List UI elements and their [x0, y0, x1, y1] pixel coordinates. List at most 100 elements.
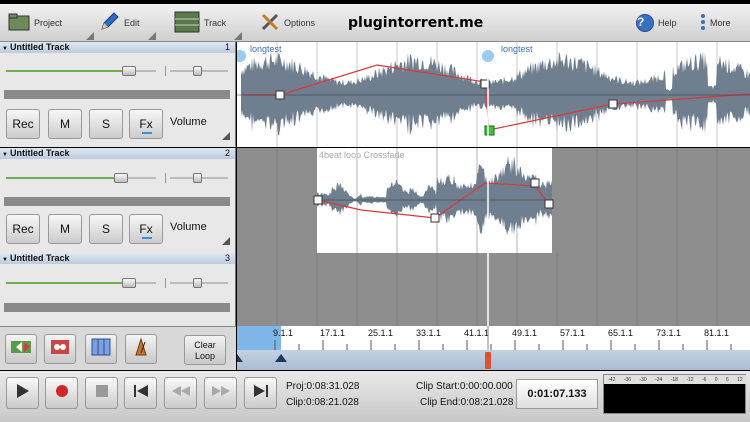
envelope-point[interactable] — [544, 199, 554, 209]
split-tool-button[interactable] — [44, 334, 76, 364]
watermark-text: plugintorrent.me — [348, 15, 484, 31]
track-3-name: Untitled Track — [9, 253, 70, 263]
track-1-lane[interactable]: longtest longtest — [237, 42, 750, 147]
edit-button[interactable]: Edit — [98, 4, 158, 42]
track-button[interactable]: Track — [174, 4, 244, 42]
track-2-number: 2 — [224, 148, 230, 158]
track-2-solo-button[interactable]: S — [89, 214, 123, 244]
meter-scale: -42 -36 -30 -24 -18 -12 -6 0 6 12 — [604, 375, 747, 384]
track-2-lane[interactable]: 4beat loop Crossfade — [237, 148, 750, 253]
track-1-fx-button[interactable]: Fx — [129, 109, 163, 139]
track-1-level-bar — [4, 90, 230, 99]
play-icon — [16, 383, 30, 404]
options-label: Options — [284, 18, 316, 28]
envelope-point[interactable] — [275, 90, 285, 100]
skip-to-end-button[interactable] — [244, 377, 277, 409]
play-button[interactable] — [6, 377, 39, 409]
pencil-icon — [98, 11, 120, 35]
track-1-panel: ▼ Untitled Track 1 Rec M S Fx Volume — [0, 42, 236, 147]
rewind-button[interactable] — [164, 377, 197, 409]
help-button[interactable]: ? Help — [636, 4, 680, 42]
track-3-panel: ▼ Untitled Track 3 — [0, 253, 236, 326]
track-1-mute-button[interactable]: M — [48, 109, 82, 139]
fast-forward-button[interactable] — [204, 377, 237, 409]
clip-label: 4beat loop Crossfade — [319, 150, 405, 160]
rewind-to-start-button[interactable] — [124, 377, 157, 409]
track-2-level-bar — [4, 197, 230, 206]
track-1-name: Untitled Track — [9, 42, 70, 52]
position-strip[interactable] — [237, 350, 750, 370]
project-button[interactable]: Project — [8, 4, 96, 42]
more-label: More — [710, 18, 731, 28]
metronome-button[interactable] — [125, 334, 157, 364]
track-1-number: 1 — [224, 42, 230, 52]
track-2-volume-dropdown[interactable]: Volume — [170, 221, 207, 233]
track-3-lane[interactable] — [237, 253, 750, 326]
track-2-mute-button[interactable]: M — [48, 214, 82, 244]
edit-tools-bar: Clear Loop — [0, 326, 236, 370]
playhead-marker[interactable] — [485, 352, 491, 369]
envelope-point-selected[interactable] — [484, 125, 495, 136]
record-button[interactable] — [45, 377, 78, 409]
track-2-waveform — [276, 148, 718, 253]
track-2-fx-button[interactable]: Fx — [129, 214, 163, 244]
edit-label: Edit — [124, 18, 140, 28]
clear-loop-button[interactable]: Clear Loop — [184, 335, 226, 365]
track-2-header[interactable]: ▼ Untitled Track 2 — [0, 148, 235, 159]
collapse-arrow-icon: ▼ — [2, 152, 8, 158]
envelope-point[interactable] — [608, 99, 618, 109]
track-1-solo-button[interactable]: S — [89, 109, 123, 139]
track-2-rec-button[interactable]: Rec — [6, 214, 40, 244]
top-toolbar: Project Edit Track Options plugintorrent… — [0, 4, 750, 42]
current-time-display[interactable]: 0:01:07.133 — [516, 379, 598, 409]
envelope-point[interactable] — [530, 178, 540, 188]
clip-length: Clip:0:08:21.028 — [286, 397, 359, 408]
scissors-icon — [49, 338, 71, 361]
arrow-move-icon — [10, 338, 32, 361]
grid-icon — [91, 338, 111, 361]
options-button[interactable]: Options — [260, 4, 324, 42]
track-3-volume-knob[interactable] — [122, 278, 136, 288]
track-1-header[interactable]: ▼ Untitled Track 1 — [0, 42, 235, 53]
clip-label: longtest — [501, 44, 533, 54]
envelope-point[interactable] — [313, 195, 323, 205]
record-icon — [55, 384, 69, 403]
track-3-header[interactable]: ▼ Untitled Track 3 — [0, 253, 235, 264]
track-2-volume-slider[interactable] — [6, 177, 156, 179]
track-1-volume-dropdown[interactable]: Volume — [170, 116, 207, 128]
skip-forward-icon — [253, 384, 269, 403]
skip-back-icon — [133, 384, 149, 403]
clip-start: Clip Start:0:00:00.000 — [416, 381, 513, 392]
track-2-name: Untitled Track — [9, 148, 70, 158]
grid-tool-button[interactable] — [85, 334, 117, 364]
track-1-volume-knob[interactable] — [122, 66, 136, 76]
more-button[interactable]: More — [700, 4, 746, 42]
collapse-arrow-icon: ▼ — [2, 46, 8, 52]
move-tool-button[interactable] — [5, 334, 37, 364]
transport-bar: Proj:0:08:31.028 Clip:0:08:21.028 Clip S… — [0, 371, 750, 422]
help-label: Help — [658, 18, 677, 28]
track-3-pan-knob[interactable] — [193, 278, 202, 288]
loop-start-marker[interactable] — [237, 354, 243, 362]
clip-end: Clip End:0:08:21.028 — [420, 397, 514, 408]
clip-handle-icon[interactable] — [237, 50, 246, 62]
track-1-waveform — [237, 42, 750, 147]
level-meter: -42 -36 -30 -24 -18 -12 -6 0 6 12 — [603, 374, 747, 414]
clip-label: longtest — [250, 44, 282, 54]
track-1-rec-button[interactable]: Rec — [6, 109, 40, 139]
tools-icon — [260, 12, 280, 34]
stop-button[interactable] — [85, 377, 118, 409]
envelope-point[interactable] — [430, 213, 440, 223]
clip-handle-icon[interactable] — [482, 50, 494, 62]
track-3-level-bar — [4, 303, 230, 312]
loop-end-marker[interactable] — [275, 354, 287, 362]
timeline-ruler[interactable]: 9.1.1 17.1.1 25.1.1 33.1.1 41.1.1 49.1.1… — [237, 326, 750, 370]
track-2-pan-knob[interactable] — [193, 173, 202, 183]
track-1-pan-knob[interactable] — [193, 66, 202, 76]
project-label: Project — [34, 18, 63, 28]
track-2-volume-knob[interactable] — [114, 173, 128, 183]
rewind-icon — [171, 384, 191, 402]
more-vertical-icon — [700, 13, 706, 33]
track-grid-icon — [174, 11, 200, 35]
fast-forward-icon — [211, 384, 231, 402]
